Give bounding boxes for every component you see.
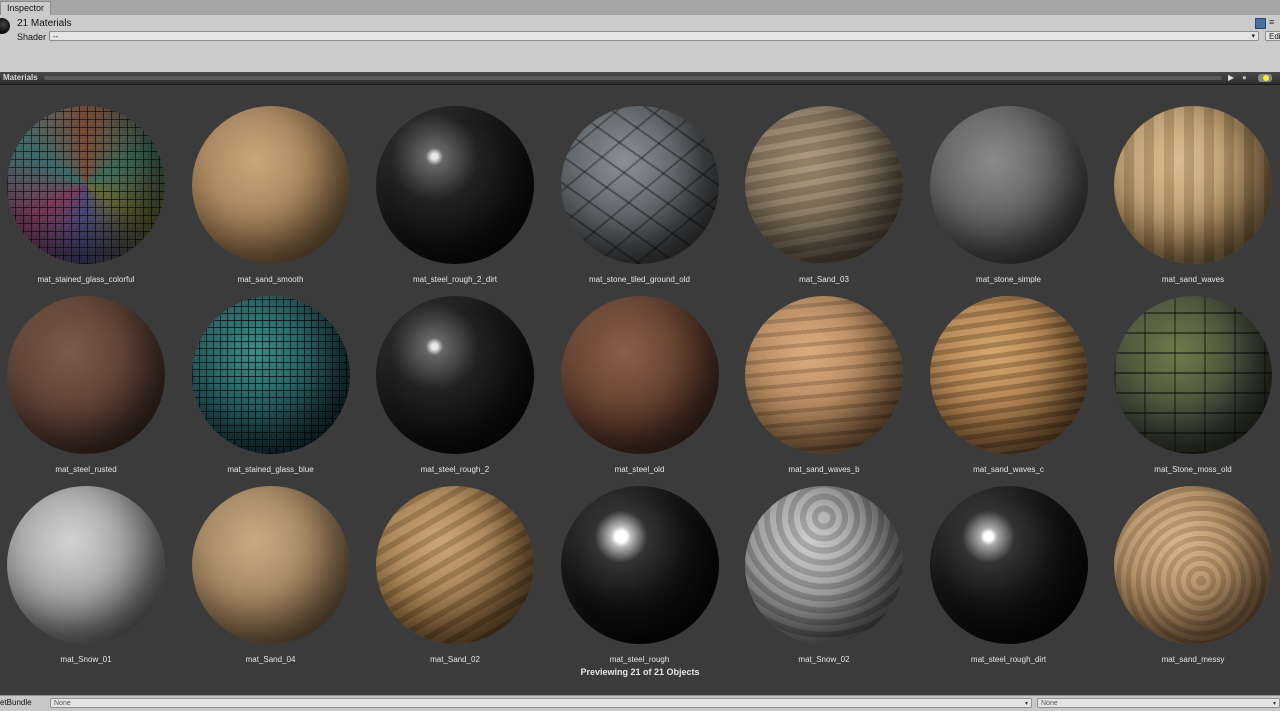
assetbundle-label: etBundle [0,698,32,707]
material-preview-item[interactable]: mat_stone_simple [923,85,1107,284]
chevron-down-icon: ▾ [1251,33,1255,40]
material-sphere-preview[interactable] [560,486,719,644]
chevron-down-icon: ▾ [1024,701,1028,707]
material-sphere-preview[interactable] [376,296,534,454]
shader-dropdown-value: -- [53,32,59,41]
material-name-label: mat_steel_rough [609,655,670,664]
lock-icon[interactable] [1268,0,1278,14]
material-sphere-preview[interactable] [7,486,165,644]
preview-resize-handle[interactable] [44,76,1222,80]
material-preview-item[interactable]: mat_sand_waves_c [923,275,1107,474]
material-sphere-preview[interactable] [1114,106,1272,264]
material-name-label: mat_Snow_02 [798,655,850,664]
material-preview-item[interactable]: mat_Snow_02 [738,465,922,664]
chevron-down-icon: ▾ [1272,701,1276,707]
material-preview-item[interactable]: mat_Sand_04 [185,465,369,664]
assetbundle-bar: etBundle None ▾ None ▾ [0,695,1280,711]
material-sphere-preview[interactable] [1114,296,1272,454]
preview-title: Materials [3,73,38,82]
material-sphere-preview[interactable] [191,486,350,644]
material-sphere-preview[interactable] [1114,486,1272,644]
material-preview-item[interactable]: mat_Snow_01 [0,465,184,664]
material-preview-item[interactable]: mat_sand_messy [1107,465,1280,664]
assetbundle-name-value: None [54,700,71,707]
preview-status: Previewing 21 of 21 Objects [580,667,700,677]
material-sphere-preview[interactable] [191,106,350,264]
material-preview-item[interactable]: mat_sand_waves_b [738,275,922,474]
tab-bar: Inspector [0,0,1280,16]
material-preview-item[interactable]: mat_steel_rough_2_dirt [369,85,553,284]
material-name-label: mat_sand_messy [1161,655,1225,664]
material-preview-item[interactable]: mat_steel_rough [554,465,738,664]
material-sphere-preview[interactable] [929,486,1088,644]
material-name-label: mat_Sand_04 [245,655,296,664]
material-preview-item[interactable]: mat_steel_rusted [0,275,184,474]
material-sphere-preview[interactable] [560,106,719,264]
shader-dropdown[interactable]: -- ▾ [49,31,1259,41]
background-toggle-icon[interactable] [1258,74,1272,82]
material-preview-item[interactable]: mat_Stone_moss_old [1107,275,1280,474]
material-sphere-preview[interactable] [745,106,903,264]
material-preview-item[interactable]: mat_sand_waves [1107,85,1280,284]
material-preview-item[interactable]: mat_Sand_02 [369,465,553,664]
preview-toolbar: Materials ▶ ● [0,72,1280,85]
material-sphere-preview[interactable] [929,296,1088,454]
material-name-label: mat_steel_rough_dirt [970,655,1047,664]
inspector-header: 21 Materials ≡ Shader -- ▾ Edi [0,15,1280,73]
help-book-icon[interactable] [1255,18,1266,29]
material-preview-item[interactable]: mat_stained_glass_blue [185,275,369,474]
tab-inspector[interactable]: Inspector [0,1,52,16]
material-sphere-preview[interactable] [7,106,165,264]
play-icon[interactable]: ▶ [1228,73,1238,83]
assetbundle-variant-value: None [1041,700,1058,707]
edit-shader-button[interactable]: Edi [1265,31,1280,41]
material-sphere-preview[interactable] [560,296,719,454]
assetbundle-name-dropdown[interactable]: None ▾ [50,698,1032,708]
material-preview-grid: mat_stained_glass_colorful mat_sand_smoot… [0,85,1280,695]
material-name-label: mat_Snow_01 [60,655,112,664]
material-preview-item[interactable]: mat_steel_rough_2 [369,275,553,474]
light-icon[interactable]: ● [1242,73,1252,83]
material-preview-item[interactable]: mat_Sand_03 [738,85,922,284]
material-sphere-preview[interactable] [7,296,165,454]
material-sphere-preview[interactable] [929,106,1088,264]
material-preview-item[interactable]: mat_stone_tiled_ground_old [554,85,738,284]
material-sphere-preview[interactable] [376,106,534,264]
material-icon [0,18,10,34]
material-preview-item[interactable]: mat_sand_smooth [185,85,369,284]
settings-icon[interactable]: ≡ [1269,18,1278,27]
assetbundle-variant-dropdown[interactable]: None ▾ [1037,698,1280,708]
material-preview-item[interactable]: mat_stained_glass_colorful [0,85,184,284]
material-sphere-preview[interactable] [745,486,903,644]
material-sphere-preview[interactable] [191,296,350,454]
material-sphere-preview[interactable] [745,296,903,454]
inspector-title: 21 Materials [17,18,72,29]
material-preview-item[interactable]: mat_steel_old [554,275,738,474]
material-name-label: mat_Sand_02 [430,655,480,664]
material-preview-item[interactable]: mat_steel_rough_dirt [923,465,1107,664]
material-sphere-preview[interactable] [376,486,534,644]
shader-label: Shader [17,32,47,42]
